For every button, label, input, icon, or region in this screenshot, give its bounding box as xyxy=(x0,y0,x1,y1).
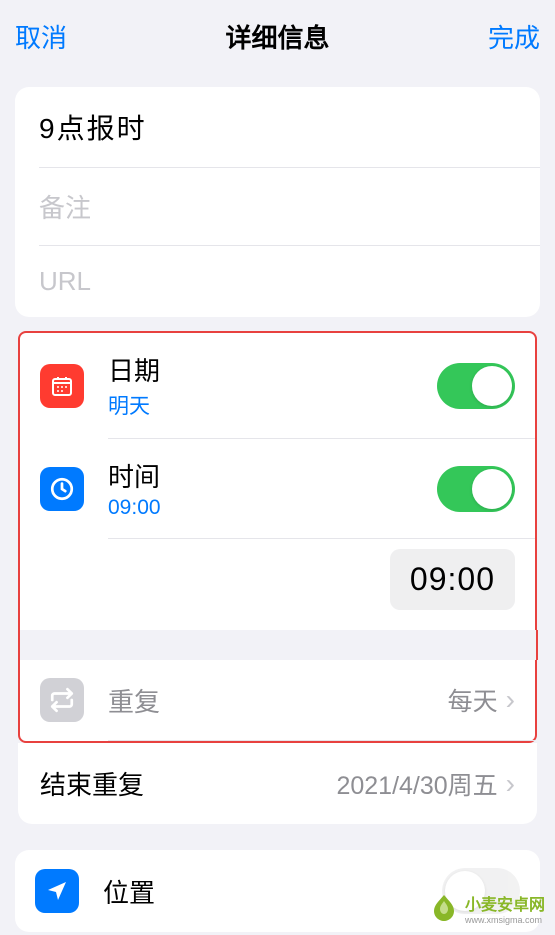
date-value[interactable]: 明天 xyxy=(108,390,437,420)
input-card: 9点报时 备注 URL xyxy=(15,87,540,317)
watermark-url: www.xmsigma.com xyxy=(465,915,545,925)
date-toggle[interactable] xyxy=(437,363,515,409)
done-button[interactable]: 完成 xyxy=(488,18,540,55)
end-repeat-row[interactable]: 结束重复 2021/4/30周五 › xyxy=(18,743,537,824)
watermark-title: 小麦安卓网 xyxy=(465,891,545,915)
time-value[interactable]: 09:00 xyxy=(108,496,437,520)
watermark-icon xyxy=(429,893,459,923)
clock-icon xyxy=(40,467,84,511)
chevron-right-icon: › xyxy=(506,684,515,716)
date-label: 日期 xyxy=(108,351,437,388)
end-repeat-label: 结束重复 xyxy=(40,765,336,802)
title-input[interactable]: 9点报时 xyxy=(39,107,516,147)
repeat-row[interactable]: 重复 每天 › xyxy=(20,660,535,740)
repeat-icon xyxy=(40,678,84,722)
watermark: 小麦安卓网 www.xmsigma.com xyxy=(429,891,545,925)
divider xyxy=(108,740,535,741)
notes-input[interactable]: 备注 xyxy=(39,188,516,225)
cancel-button[interactable]: 取消 xyxy=(15,18,67,55)
end-repeat-value: 2021/4/30周五 xyxy=(336,766,497,802)
url-input[interactable]: URL xyxy=(39,266,516,297)
repeat-label: 重复 xyxy=(108,682,448,719)
page-title: 详细信息 xyxy=(225,18,329,55)
time-toggle[interactable] xyxy=(437,466,515,512)
repeat-value: 每天 xyxy=(448,682,498,718)
time-label: 时间 xyxy=(108,457,437,494)
location-label: 位置 xyxy=(103,873,442,910)
time-picker-display[interactable]: 09:00 xyxy=(390,549,515,610)
section-gap xyxy=(18,630,538,660)
location-icon xyxy=(35,869,79,913)
date-row[interactable]: 日期 明天 xyxy=(20,333,535,438)
datetime-highlight: 日期 明天 时间 09:00 09:00 重复 每天 › xyxy=(18,331,537,743)
time-row[interactable]: 时间 09:00 xyxy=(20,439,535,538)
chevron-right-icon: › xyxy=(506,768,515,800)
calendar-icon xyxy=(40,364,84,408)
